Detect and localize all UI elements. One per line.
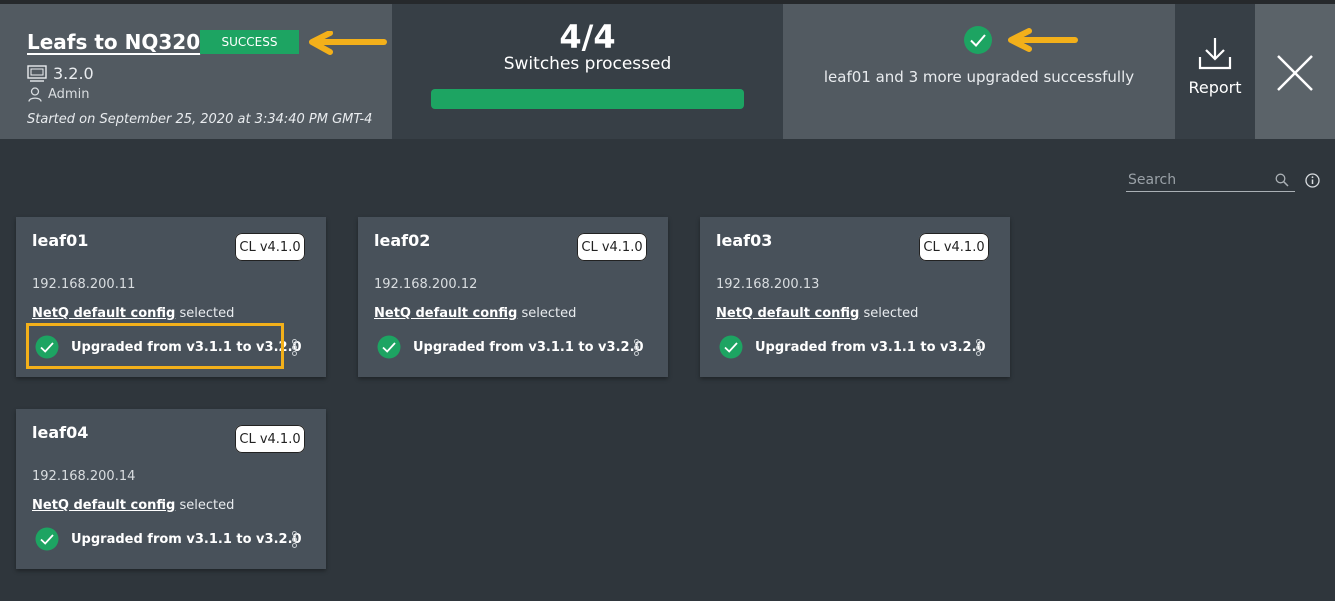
config-suffix: selected bbox=[517, 306, 577, 321]
progress-bar bbox=[431, 89, 744, 109]
kebab-menu-icon[interactable] bbox=[632, 339, 640, 356]
check-circle-icon bbox=[35, 527, 59, 551]
switch-name: leaf01 bbox=[32, 231, 89, 250]
switch-card-leaf03: leaf03 CL v4.1.0 192.168.200.13 NetQ def… bbox=[700, 217, 1010, 377]
annotation-arrow-icon bbox=[1008, 28, 1078, 52]
config-selection: NetQ default config selected bbox=[32, 306, 234, 321]
switch-card-leaf01: leaf01 CL v4.1.0 192.168.200.11 NetQ def… bbox=[16, 217, 326, 377]
upgrade-status: Upgraded from v3.1.1 to v3.2.0 bbox=[35, 527, 302, 551]
kebab-menu-icon[interactable] bbox=[290, 531, 298, 548]
check-circle-icon bbox=[964, 26, 992, 54]
os-version-badge: CL v4.1.0 bbox=[577, 233, 647, 261]
config-link[interactable]: NetQ default config bbox=[32, 498, 175, 513]
report-button[interactable]: Report bbox=[1175, 4, 1255, 139]
search-box bbox=[1126, 170, 1295, 192]
kebab-menu-icon[interactable] bbox=[290, 339, 298, 356]
progress-panel: 4/4 Switches processed bbox=[392, 4, 783, 139]
config-selection: NetQ default config selected bbox=[374, 306, 576, 321]
check-circle-icon bbox=[377, 335, 401, 359]
user-label: Admin bbox=[48, 87, 90, 102]
os-version-badge: CL v4.1.0 bbox=[235, 425, 305, 453]
job-title[interactable]: Leafs to NQ320 bbox=[27, 30, 200, 54]
info-icon[interactable] bbox=[1305, 173, 1320, 188]
search-input[interactable] bbox=[1126, 170, 1273, 190]
switch-card-leaf02: leaf02 CL v4.1.0 192.168.200.12 NetQ def… bbox=[358, 217, 668, 377]
switch-ip: 192.168.200.11 bbox=[32, 277, 136, 292]
switch-name: leaf02 bbox=[374, 231, 431, 250]
config-link[interactable]: NetQ default config bbox=[374, 306, 517, 321]
status-badge: SUCCESS bbox=[200, 30, 299, 54]
switch-ip: 192.168.200.14 bbox=[32, 469, 136, 484]
job-info-panel: Leafs to NQ320 SUCCESS 3.2.0 Admin Start… bbox=[0, 4, 392, 139]
upgrade-status-text: Upgraded from v3.1.1 to v3.2.0 bbox=[413, 339, 644, 355]
os-version-badge: CL v4.1.0 bbox=[235, 233, 305, 261]
upgrade-status-text: Upgraded from v3.1.1 to v3.2.0 bbox=[755, 339, 986, 355]
config-suffix: selected bbox=[175, 498, 235, 513]
upgrade-status: Upgraded from v3.1.1 to v3.2.0 bbox=[719, 335, 986, 359]
config-link[interactable]: NetQ default config bbox=[716, 306, 859, 321]
annotation-arrow-icon bbox=[309, 31, 387, 55]
switch-name: leaf03 bbox=[716, 231, 773, 250]
user-icon bbox=[28, 87, 42, 102]
switch-ip: 192.168.200.12 bbox=[374, 277, 478, 292]
check-circle-icon bbox=[719, 335, 743, 359]
netq-device-icon bbox=[27, 64, 47, 82]
report-label: Report bbox=[1188, 78, 1242, 97]
config-link[interactable]: NetQ default config bbox=[32, 306, 175, 321]
close-icon bbox=[1277, 55, 1313, 91]
started-timestamp: Started on September 25, 2020 at 3:34:40… bbox=[27, 112, 373, 127]
search-icon[interactable] bbox=[1275, 173, 1289, 187]
progress-bar-fill bbox=[431, 89, 744, 109]
upgrade-status: Upgraded from v3.1.1 to v3.2.0 bbox=[377, 335, 644, 359]
upgrade-status-text: Upgraded from v3.1.1 to v3.2.0 bbox=[71, 531, 302, 547]
switch-card-leaf04: leaf04 CL v4.1.0 192.168.200.14 NetQ def… bbox=[16, 409, 326, 569]
switch-ip: 192.168.200.13 bbox=[716, 277, 820, 292]
switch-name: leaf04 bbox=[32, 423, 89, 442]
switch-count-label: Switches processed bbox=[503, 54, 672, 74]
version-label: 3.2.0 bbox=[53, 64, 94, 83]
download-icon bbox=[1198, 38, 1232, 70]
job-summary-header: Leafs to NQ320 SUCCESS 3.2.0 Admin Start… bbox=[0, 4, 1335, 139]
result-summary: leaf01 and 3 more upgraded successfully bbox=[823, 68, 1135, 86]
kebab-menu-icon[interactable] bbox=[974, 339, 982, 356]
config-suffix: selected bbox=[859, 306, 919, 321]
config-selection: NetQ default config selected bbox=[716, 306, 918, 321]
result-panel: leaf01 and 3 more upgraded successfully bbox=[783, 4, 1175, 139]
os-version-badge: CL v4.1.0 bbox=[919, 233, 989, 261]
close-button[interactable] bbox=[1255, 4, 1335, 139]
config-selection: NetQ default config selected bbox=[32, 498, 234, 513]
config-suffix: selected bbox=[175, 306, 235, 321]
version-row: 3.2.0 bbox=[27, 64, 94, 83]
switch-count: 4/4 bbox=[559, 18, 616, 56]
user-row: Admin bbox=[28, 87, 89, 102]
annotation-highlight-box bbox=[26, 323, 284, 369]
